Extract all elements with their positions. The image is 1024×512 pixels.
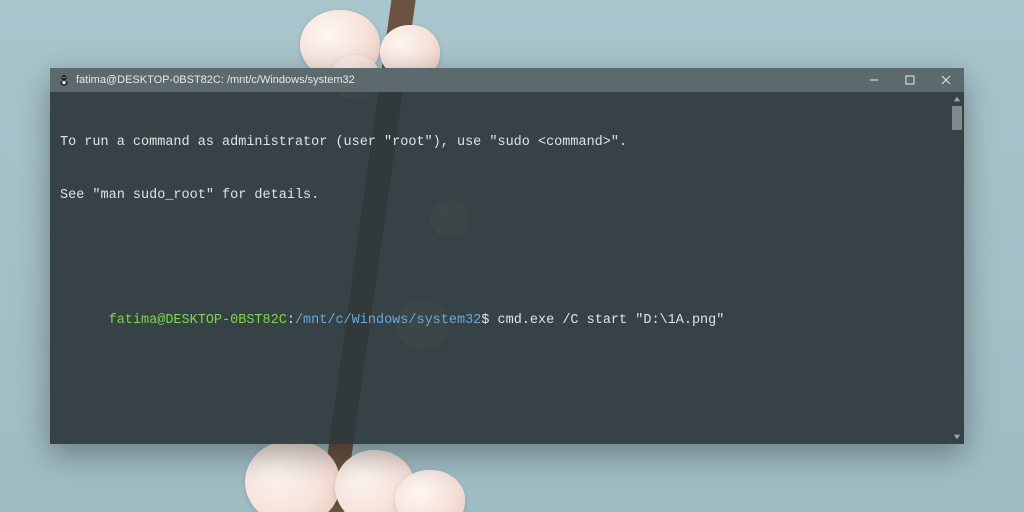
terminal-window: fatima@DESKTOP-0BST82C: /mnt/c/Windows/s… — [50, 68, 964, 444]
blank-line — [60, 241, 954, 259]
maximize-button[interactable] — [892, 68, 928, 92]
scroll-thumb[interactable] — [952, 106, 962, 130]
motd-line: See "man sudo_root" for details. — [60, 187, 954, 205]
terminal-body[interactable]: To run a command as administrator (user … — [50, 92, 964, 444]
titlebar[interactable]: fatima@DESKTOP-0BST82C: /mnt/c/Windows/s… — [50, 68, 964, 92]
prompt-user-host: fatima@DESKTOP-0BST82C — [109, 313, 287, 328]
scroll-up-icon[interactable] — [950, 92, 964, 106]
scrollbar[interactable] — [950, 92, 964, 444]
prompt-line: fatima@DESKTOP-0BST82C:/mnt/c/Windows/sy… — [60, 294, 954, 347]
prompt-sigil: $ — [481, 313, 489, 328]
motd-line: To run a command as administrator (user … — [60, 134, 954, 152]
tux-icon — [58, 74, 70, 86]
prompt-separator: : — [287, 313, 295, 328]
window-title: fatima@DESKTOP-0BST82C: /mnt/c/Windows/s… — [76, 74, 355, 86]
typed-command: cmd.exe /C start "D:\1A.png" — [498, 313, 725, 328]
scroll-down-icon[interactable] — [950, 430, 964, 444]
minimize-button[interactable] — [856, 68, 892, 92]
close-button[interactable] — [928, 68, 964, 92]
prompt-cwd: /mnt/c/Windows/system32 — [295, 313, 481, 328]
